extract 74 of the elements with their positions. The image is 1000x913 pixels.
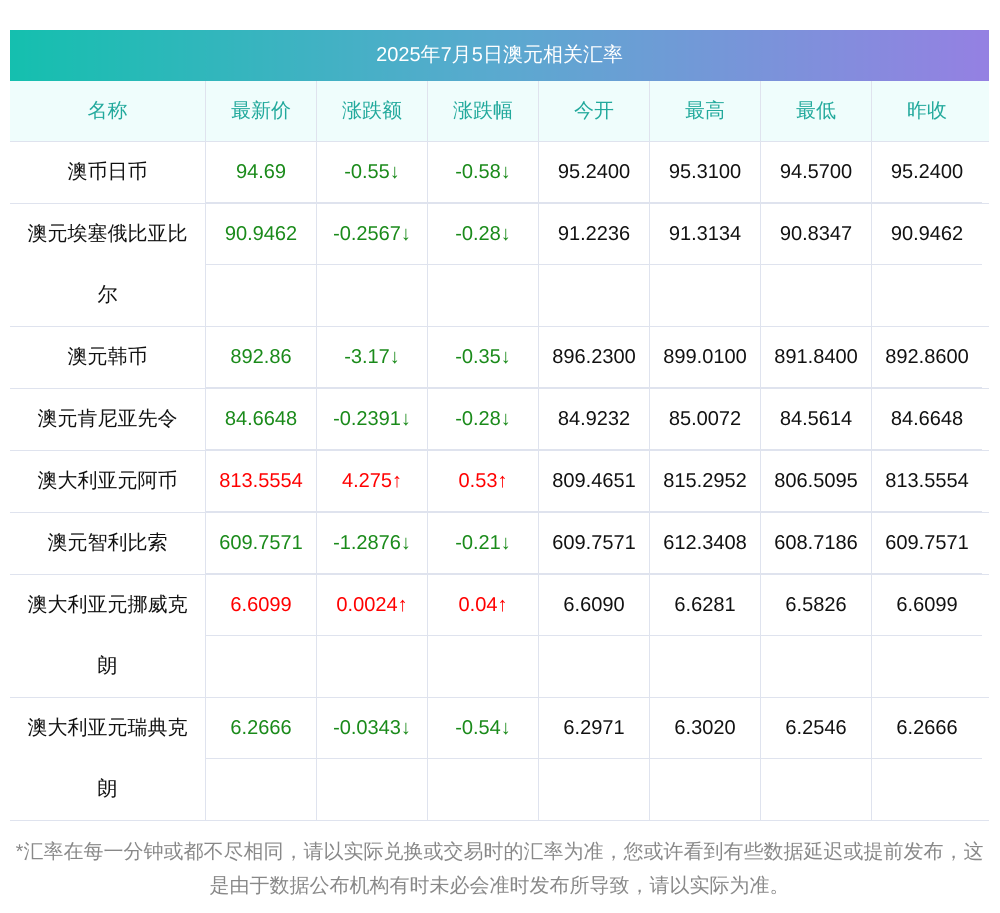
column-header: 今开 [538, 81, 649, 141]
column-header: 名称 [86, 99, 128, 124]
table-cell: 0.04↑ [428, 575, 538, 636]
table-cell: 809.4651 [539, 451, 649, 512]
table-cell-text: 澳币日币 [66, 160, 148, 185]
table-cell: 95.2400 [539, 142, 649, 203]
table-cell: 91.3134 [650, 204, 760, 265]
table-cell: 6.5826 [761, 575, 871, 636]
table-cell: -0.28↓ [428, 389, 538, 450]
footnote: *汇率在每一分钟或都不尽相同，请以实际兑换或交易时的汇率为准，您或许看到有些数据延迟或提前发布，这是由于数据公布机构有时未必会准时发布所导致，请以实际为准。 [14, 840, 984, 899]
table-cell: 813.5554 [872, 451, 982, 512]
table-cell-text: 澳元韩币 [66, 345, 148, 370]
column-header: 最高 [649, 81, 760, 141]
table-cell: -0.54↓ [428, 698, 538, 759]
table-cell-text: 澳元肯尼亚先令 [36, 407, 178, 432]
table-cell: 609.7571 [206, 513, 316, 574]
table-cell: -0.0343↓ [317, 698, 427, 759]
table-cell: 90.8347 [761, 204, 871, 265]
table-cell: 84.9232 [539, 389, 649, 450]
table-cell: 6.2666 [872, 698, 982, 759]
table-cell: 94.5700 [761, 142, 871, 203]
table-cell-text: 澳大利亚元挪威克朗 [26, 593, 188, 679]
table-cell: 892.8600 [872, 327, 982, 388]
table-cell: 95.3100 [650, 142, 760, 203]
table-cell: 6.3020 [650, 698, 760, 759]
table-cell: 94.69 [206, 142, 316, 203]
table-cell: -0.21↓ [428, 513, 538, 574]
table-cell-text: 澳元智利比索 [46, 531, 168, 556]
column-header: 涨跌幅 [427, 81, 538, 141]
table-cell: 6.6090 [539, 575, 649, 636]
table-cell: 892.86 [206, 327, 316, 388]
table-cell: 896.2300 [539, 327, 649, 388]
table-cell: 91.2236 [539, 204, 649, 265]
table-cell: 612.3408 [650, 513, 760, 574]
table-cell: 84.6648 [206, 389, 316, 450]
table-cell: -0.2391↓ [317, 389, 427, 450]
table-cell: 806.5095 [761, 451, 871, 512]
table-cell-text: 澳元埃塞俄比亚比尔 [26, 222, 188, 308]
table-cell: 90.9462 [872, 204, 982, 265]
table-cell: 891.8400 [761, 327, 871, 388]
table-cell: 95.2400 [872, 142, 982, 203]
column-header: 最新价 [205, 81, 316, 141]
table-cell-text: 澳大利亚元瑞典克朗 [26, 716, 188, 802]
table-cell: 608.7186 [761, 513, 871, 574]
table-cell: 609.7571 [872, 513, 982, 574]
table-title: 2025年7月5日澳元相关汇率 [10, 30, 989, 81]
table-cell: -0.55↓ [317, 142, 427, 203]
table-cell-text: 澳大利亚元阿币 [36, 469, 178, 494]
table-cell: 815.2952 [650, 451, 760, 512]
table-cell: -3.17↓ [317, 327, 427, 388]
table-cell: 6.2666 [206, 698, 316, 759]
table-cell: 899.0100 [650, 327, 760, 388]
table-cell: 6.2971 [539, 698, 649, 759]
table-cell: 6.6281 [650, 575, 760, 636]
table-cell: -0.28↓ [428, 204, 538, 265]
table-cell: 0.0024↑ [317, 575, 427, 636]
table-cell: 0.53↑ [428, 451, 538, 512]
table-cell: 85.0072 [650, 389, 760, 450]
table-cell: 609.7571 [539, 513, 649, 574]
table-cell: 6.6099 [872, 575, 982, 636]
table-cell: -1.2876↓ [317, 513, 427, 574]
table-cell: -0.35↓ [428, 327, 538, 388]
table-cell: 90.9462 [206, 204, 316, 265]
column-header: 最低 [760, 81, 871, 141]
table-cell: 6.2546 [761, 698, 871, 759]
table-cell: -0.2567↓ [317, 204, 427, 265]
column-header: 昨收 [871, 81, 982, 141]
table-cell: -0.58↓ [428, 142, 538, 203]
table-cell: 84.6648 [872, 389, 982, 450]
column-header: 涨跌额 [316, 81, 427, 141]
table-cell: 84.5614 [761, 389, 871, 450]
table-cell: 813.5554 [206, 451, 316, 512]
table-cell: 6.6099 [206, 575, 316, 636]
table-cell: 4.275↑ [317, 451, 427, 512]
